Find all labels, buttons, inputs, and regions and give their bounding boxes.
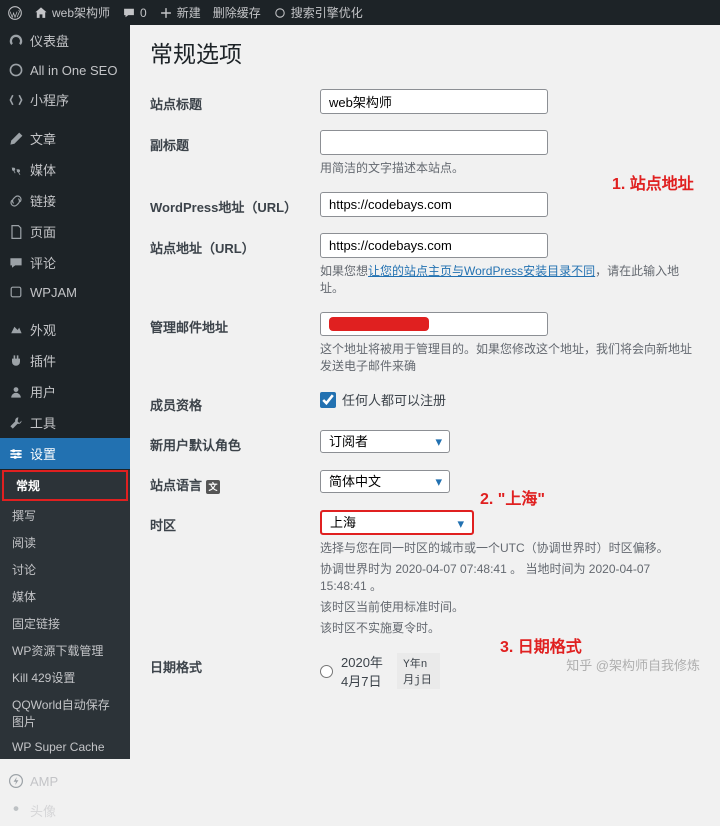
delete-cache-link[interactable]: 删除缓存 bbox=[213, 4, 261, 21]
new-content-link[interactable]: 新建 bbox=[159, 4, 201, 21]
submenu-supercache[interactable]: WP Super Cache bbox=[0, 735, 130, 759]
site-title-input[interactable] bbox=[320, 89, 548, 114]
menu-miniprogram[interactable]: 小程序 bbox=[0, 84, 130, 115]
menu-wpjam[interactable]: WPJAM bbox=[0, 278, 130, 306]
lang-select[interactable]: 简体中文 bbox=[320, 470, 450, 493]
submenu-permalinks[interactable]: 固定链接 bbox=[0, 610, 130, 637]
menu-appearance[interactable]: 外观 bbox=[0, 314, 130, 345]
site-url-label: 站点地址（URL） bbox=[150, 233, 320, 257]
site-title-label: 站点标题 bbox=[150, 89, 320, 113]
admin-sidebar: 仪表盘 All in One SEO 小程序 文章 媒体 链接 页面 评论 WP… bbox=[0, 25, 130, 692]
admin-toolbar: web架构师 0 新建 删除缓存 搜索引擎优化 bbox=[0, 0, 720, 25]
membership-text: 任何人都可以注册 bbox=[342, 390, 446, 409]
date-format-label: 日期格式 bbox=[150, 652, 320, 676]
admin-email-input[interactable] bbox=[320, 312, 548, 336]
submenu-wpdownload[interactable]: WP资源下载管理 bbox=[0, 637, 130, 664]
menu-avatar[interactable]: 头像 bbox=[0, 795, 130, 826]
submenu-kill429[interactable]: Kill 429设置 bbox=[0, 664, 130, 691]
menu-tools[interactable]: 工具 bbox=[0, 407, 130, 438]
menu-users[interactable]: 用户 bbox=[0, 376, 130, 407]
menu-media[interactable]: 媒体 bbox=[0, 154, 130, 185]
page-title: 常规选项 bbox=[150, 35, 700, 69]
main-content: 常规选项 站点标题 副标题 用简洁的文字描述本站点。 WordPress地址（U… bbox=[130, 25, 720, 692]
tagline-input[interactable] bbox=[320, 130, 548, 155]
menu-pages[interactable]: 页面 bbox=[0, 216, 130, 247]
menu-posts[interactable]: 文章 bbox=[0, 123, 130, 154]
submenu-media[interactable]: 媒体 bbox=[0, 583, 130, 610]
settings-submenu: 常规 撰写 阅读 讨论 媒体 固定链接 WP资源下载管理 Kill 429设置 … bbox=[0, 470, 130, 759]
submenu-reading[interactable]: 阅读 bbox=[0, 529, 130, 556]
default-role-label: 新用户默认角色 bbox=[150, 430, 320, 454]
submenu-discussion[interactable]: 讨论 bbox=[0, 556, 130, 583]
wp-logo[interactable] bbox=[8, 6, 22, 20]
default-role-select[interactable]: 订阅者 bbox=[320, 430, 450, 453]
site-url-desc: 如果您想让您的站点主页与WordPress安装目录不同，请在此输入地址。 bbox=[320, 262, 700, 296]
membership-checkbox[interactable] bbox=[320, 392, 336, 408]
annotation-1: 1. 站点地址 bbox=[612, 170, 702, 194]
seo-link[interactable]: 搜索引擎优化 bbox=[273, 4, 363, 21]
tagline-label: 副标题 bbox=[150, 130, 320, 154]
menu-links[interactable]: 链接 bbox=[0, 185, 130, 216]
date-radio-1[interactable] bbox=[320, 665, 333, 678]
menu-plugins[interactable]: 插件 bbox=[0, 345, 130, 376]
redacted-email bbox=[329, 317, 429, 331]
menu-comments[interactable]: 评论 bbox=[0, 247, 130, 278]
submenu-writing[interactable]: 撰写 bbox=[0, 502, 130, 529]
submenu-qqworld[interactable]: QQWorld自动保存图片 bbox=[0, 691, 130, 735]
tz-desc3: 该时区当前使用标准时间。 bbox=[320, 598, 700, 615]
tz-desc2: 协调世界时为 2020-04-07 07:48:41 。 当地时间为 2020-… bbox=[320, 560, 700, 594]
menu-amp[interactable]: AMP bbox=[0, 767, 130, 795]
submenu-general[interactable]: 常规 bbox=[2, 470, 128, 501]
watermark: 知乎 @架构师自我修炼 bbox=[566, 655, 700, 674]
tz-desc1: 选择与您在同一时区的城市或一个UTC（协调世界时）时区偏移。 bbox=[320, 539, 700, 556]
timezone-label: 时区 bbox=[150, 510, 320, 534]
menu-settings[interactable]: 设置 bbox=[0, 438, 130, 469]
site-url-help-link[interactable]: 让您的站点主页与WordPress安装目录不同 bbox=[368, 264, 595, 278]
comments-link[interactable]: 0 bbox=[122, 6, 147, 20]
date-code-1: Y年n月j日 bbox=[397, 653, 440, 689]
menu-aioseo[interactable]: All in One SEO bbox=[0, 56, 130, 84]
wp-url-input[interactable] bbox=[320, 192, 548, 217]
timezone-select[interactable]: 上海 bbox=[322, 512, 472, 533]
translate-icon: 文 bbox=[206, 480, 220, 494]
wp-url-label: WordPress地址（URL） bbox=[150, 192, 320, 216]
admin-email-label: 管理邮件地址 bbox=[150, 312, 320, 336]
annotation-3: 3. 日期格式 bbox=[500, 633, 590, 657]
site-home-link[interactable]: web架构师 bbox=[34, 4, 110, 21]
annotation-2: 2. "上海" bbox=[480, 485, 545, 509]
site-url-input[interactable] bbox=[320, 233, 548, 258]
lang-label: 站点语言文 bbox=[150, 470, 320, 494]
menu-dashboard[interactable]: 仪表盘 bbox=[0, 25, 130, 56]
admin-email-desc: 这个地址将被用于管理目的。如果您修改这个地址，我们将会向新地址发送电子邮件来确 bbox=[320, 340, 700, 374]
membership-label: 成员资格 bbox=[150, 390, 320, 414]
